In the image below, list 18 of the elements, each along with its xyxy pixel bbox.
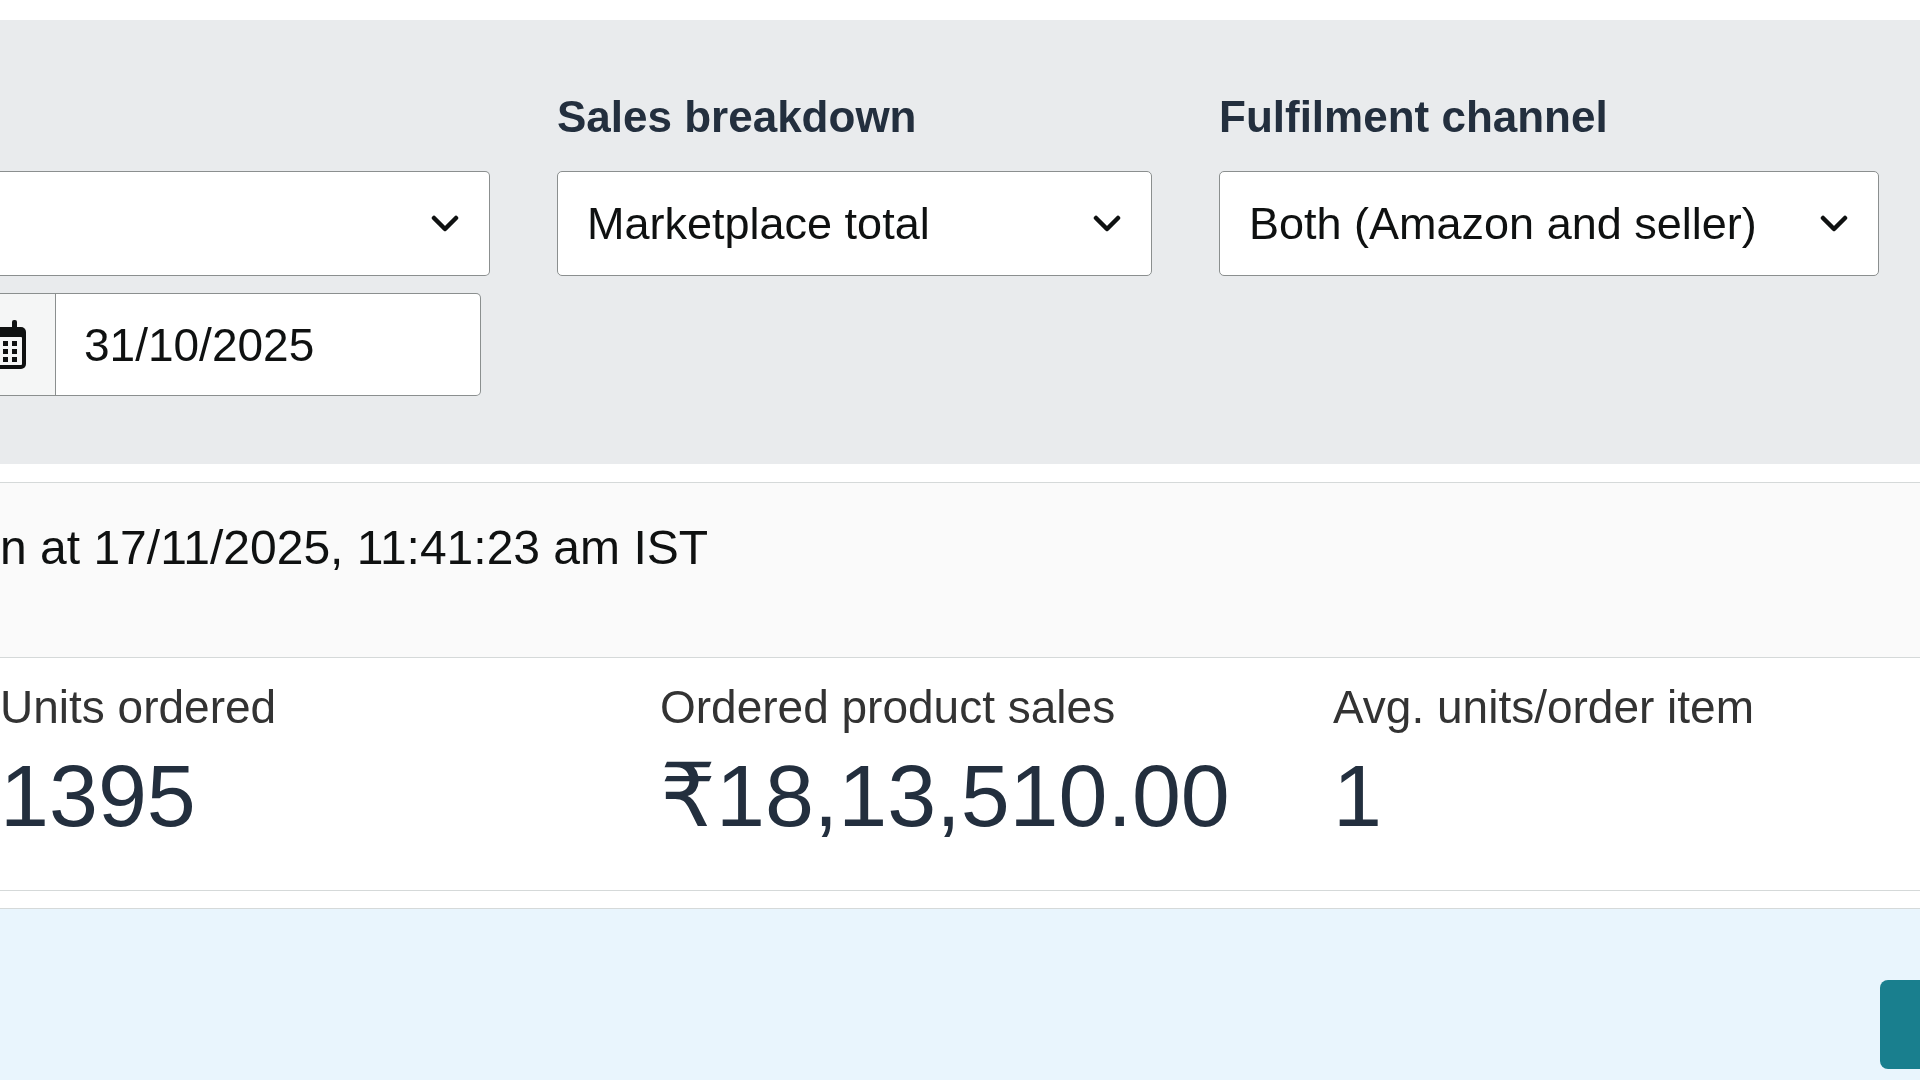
calendar-icon (0, 318, 29, 371)
metric-label: Avg. units/order item (1333, 680, 1754, 735)
metric-value: 1 (1333, 747, 1382, 844)
last-updated-text: n at 17/11/2025, 11:41:23 am IST (0, 520, 709, 576)
chevron-down-icon (431, 214, 459, 233)
field-label: Sales breakdown (557, 91, 917, 143)
dropdown[interactable]: Both (Amazon and seller) (1219, 171, 1879, 276)
dropdown[interactable]: Marketplace total (557, 171, 1152, 276)
dropdown[interactable] (0, 171, 490, 276)
metric-value: ₹18,13,510.00 (660, 747, 1230, 844)
chevron-down-icon (1820, 214, 1848, 233)
chevron-down-icon (1093, 214, 1121, 233)
metric-label: Units ordered (0, 680, 277, 735)
metric-label: Ordered product sales (660, 680, 1116, 735)
metric-value: 1395 (0, 747, 196, 844)
calendar-button[interactable] (0, 293, 56, 396)
field-label: Fulfilment channel (1219, 91, 1608, 143)
date-field[interactable]: 31/10/2025 (56, 293, 481, 396)
